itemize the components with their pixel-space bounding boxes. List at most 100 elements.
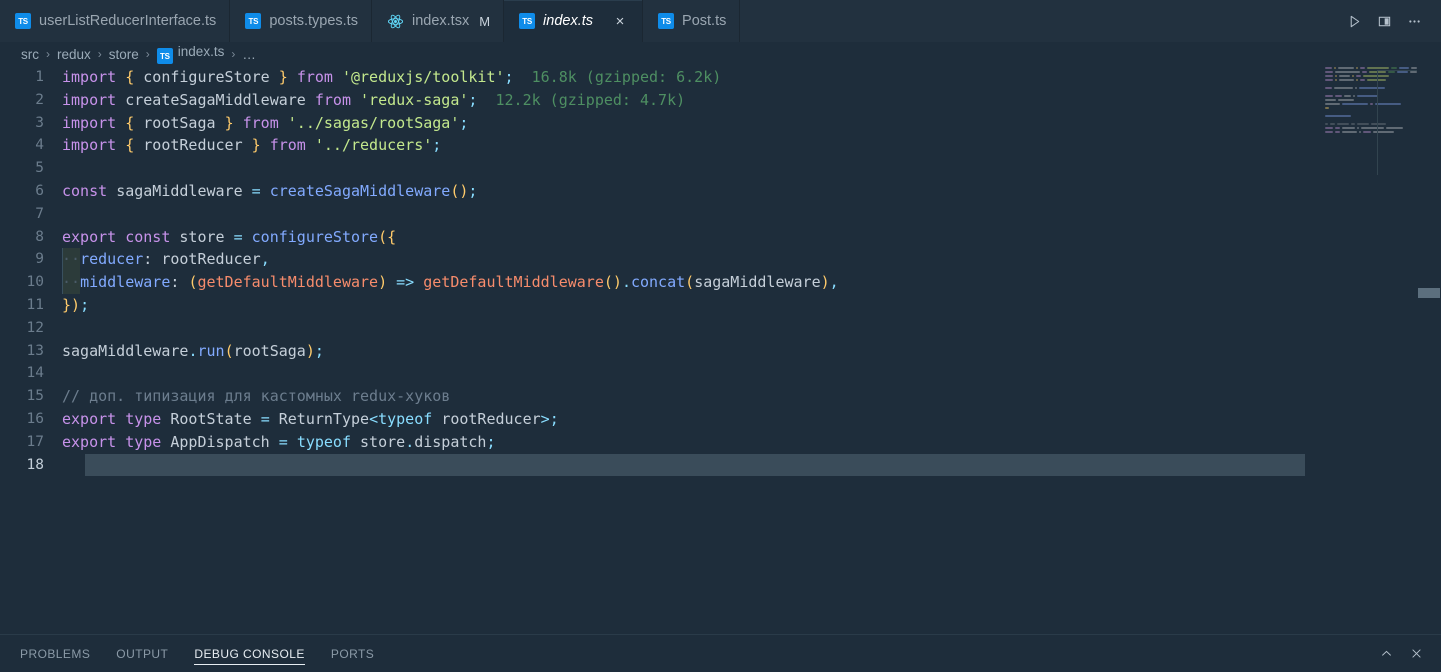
code-line[interactable]: 13 sagaMiddleware.run(rootSaga); (0, 340, 839, 363)
minimap-token (1325, 87, 1332, 89)
tab-label: index.ts (543, 13, 594, 29)
editor-tab-index-ts[interactable]: TS index.ts × (504, 0, 644, 42)
code-content[interactable]: 1 import { configureStore } from '@reduxj… (0, 66, 1305, 477)
minimap-token (1325, 75, 1334, 77)
code-tokens: import { rootReducer } from '../reducers… (62, 136, 442, 155)
code-line-text[interactable]: import { configureStore } from '@reduxjs… (62, 66, 721, 89)
minimap-token (1339, 75, 1350, 77)
typescript-file-icon: TS (156, 48, 173, 65)
maximize-panel-button[interactable] (1375, 643, 1397, 665)
code-tokens: export type AppDispatch = typeof store.d… (62, 432, 496, 451)
breadcrumb-item-src[interactable]: src (20, 47, 40, 62)
minimap-token (1357, 123, 1370, 125)
code-line[interactable]: 18 (0, 453, 1305, 477)
split-editor-right-button[interactable] (1371, 8, 1397, 34)
minimap-token (1325, 79, 1334, 81)
minimap-token (1337, 99, 1354, 101)
code-line[interactable]: 6 const sagaMiddleware = createSagaMiddle… (0, 180, 839, 203)
minimap-token (1337, 123, 1350, 125)
code-line[interactable]: 9 ··reducer: rootReducer, (0, 248, 839, 272)
code-line-text[interactable]: ··middleware: (getDefaultMiddleware) => … (62, 271, 839, 294)
code-tokens: export type RootState = ReturnType<typeo… (62, 409, 559, 428)
line-number: 10 (26, 274, 44, 291)
editor-tab-index-tsx[interactable]: index.tsx M (371, 0, 505, 42)
code-line[interactable]: 2 import createSagaMiddleware from 'redux… (0, 89, 839, 112)
code-tokens: ··middleware: (getDefaultMiddleware) => … (62, 273, 839, 292)
run-button[interactable] (1341, 8, 1367, 34)
code-line-text[interactable]: const sagaMiddleware = createSagaMiddlew… (62, 180, 477, 203)
editor-vertical-scrollbar[interactable] (1427, 66, 1441, 634)
minimap-token (1335, 75, 1338, 77)
minimap-slider[interactable] (1377, 70, 1417, 175)
line-number: 3 (35, 114, 44, 131)
line-number: 17 (26, 433, 44, 450)
code-line-text[interactable]: export type RootState = ReturnType<typeo… (62, 408, 559, 431)
code-line-text[interactable]: export type AppDispatch = typeof store.d… (62, 431, 496, 454)
code-line[interactable]: 5 (0, 157, 839, 180)
line-number: 16 (26, 410, 44, 427)
code-line[interactable]: 4 import { rootReducer } from '../reducer… (0, 134, 839, 157)
code-line[interactable]: 16 export type RootState = ReturnType<typ… (0, 408, 839, 431)
minimap-token (1354, 87, 1357, 89)
minimap-token (1342, 127, 1355, 129)
minimap-token (1369, 103, 1373, 105)
code-line-text[interactable]: sagaMiddleware.run(rootSaga); (62, 340, 324, 363)
code-line[interactable]: 1 import { configureStore } from '@reduxj… (0, 66, 839, 89)
panel-tab-output[interactable]: OUTPUT (116, 635, 168, 672)
breadcrumb-item-store[interactable]: store (108, 47, 140, 62)
code-tokens: import { rootSaga } from '../sagas/rootS… (62, 113, 469, 132)
panel-tabs: PROBLEMS OUTPUT DEBUG CONSOLE PORTS (0, 635, 374, 672)
minimap-token (1356, 127, 1359, 129)
code-line-text[interactable]: // доп. типизация для кастомных redux-ху… (62, 385, 450, 408)
editor-horizontal-scrollbar-thumb[interactable] (1418, 288, 1440, 298)
breadcrumb-item--[interactable]: … (241, 47, 257, 62)
tab-close-button[interactable]: × (611, 12, 629, 30)
minimap-token (1359, 79, 1366, 81)
minimap-token (1361, 71, 1368, 73)
code-line[interactable]: 17 export type AppDispatch = typeof store… (0, 431, 839, 454)
code-line-text[interactable]: import { rootSaga } from '../sagas/rootS… (62, 112, 468, 135)
code-line-text[interactable]: ··reducer: rootReducer, (62, 248, 270, 272)
code-line[interactable]: 15 // доп. типизация для кастомных redux-… (0, 385, 839, 408)
code-line[interactable]: 3 import { rootSaga } from '../sagas/root… (0, 112, 839, 135)
close-panel-button[interactable] (1405, 643, 1427, 665)
code-line[interactable]: 11}); (0, 294, 839, 317)
code-line[interactable]: 10 ··middleware: (getDefaultMiddleware) =… (0, 271, 839, 294)
tab-bar-empty-space (740, 0, 1335, 42)
code-line[interactable]: 8 export const store = configureStore({ (0, 226, 839, 249)
minimap-token (1355, 75, 1362, 77)
breadcrumb-label: redux (57, 46, 91, 62)
line-number: 2 (35, 91, 44, 108)
breadcrumb-label: index.ts (177, 43, 225, 59)
more-actions-button[interactable] (1401, 8, 1427, 34)
code-editor[interactable]: 1 import { configureStore } from '@reduxj… (0, 66, 1441, 634)
editor-tab-posts-types-ts[interactable]: TS posts.types.ts (230, 0, 372, 42)
code-line-text[interactable]: export const store = configureStore({ (62, 226, 396, 249)
editor-tab-post-ts[interactable]: TS Post.ts (643, 0, 741, 42)
minimap-token (1325, 99, 1336, 101)
line-number: 15 (26, 388, 44, 405)
code-line[interactable]: 7 (0, 203, 839, 226)
breadcrumb-item-redux[interactable]: redux (56, 47, 92, 62)
code-line-text[interactable]: import createSagaMiddleware from 'redux-… (62, 89, 685, 112)
panel-tab-debug-console[interactable]: DEBUG CONSOLE (194, 635, 305, 672)
minimap-token (1356, 67, 1358, 69)
editor-tab-userlistreducerinterface-ts[interactable]: TS userListReducerInterface.ts (0, 0, 231, 42)
panel-tab-ports[interactable]: PORTS (331, 635, 374, 672)
minimap[interactable] (1317, 66, 1417, 634)
breadcrumb-separator: › (145, 47, 150, 61)
code-line-text[interactable]: }); (62, 294, 89, 317)
minimap-token (1334, 67, 1336, 69)
minimap-token (1325, 71, 1333, 73)
minimap-token (1366, 67, 1389, 69)
minimap-token (1359, 67, 1365, 69)
panel-tab-problems[interactable]: PROBLEMS (20, 635, 90, 672)
typescript-file-icon: TS (245, 13, 262, 29)
code-tokens: export const store = configureStore({ (62, 227, 397, 246)
code-line[interactable]: 12 (0, 317, 839, 340)
code-line[interactable]: 14 (0, 362, 839, 385)
code-line-text[interactable]: import { rootReducer } from '../reducers… (62, 134, 441, 157)
minimap-token (1325, 95, 1334, 97)
minimap-token (1334, 71, 1360, 73)
breadcrumb-item-index-ts[interactable]: TS index.ts (156, 44, 226, 65)
